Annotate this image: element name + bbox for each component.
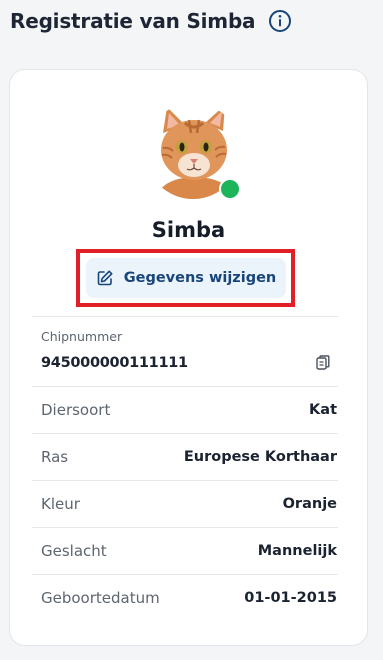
chip-number-value: 945000000111111: [41, 355, 188, 371]
species-value: Kat: [309, 402, 337, 418]
pet-name: Simba: [151, 218, 226, 242]
details-list: Chipnummer 945000000111111 Diersoort Kat…: [32, 316, 338, 621]
online-status-dot: [219, 178, 241, 200]
info-icon[interactable]: [267, 8, 293, 34]
chip-number-label: Chipnummer: [41, 329, 123, 344]
registration-card: Simba Gegevens wijzigen Chipnummer 94500…: [9, 69, 368, 646]
edit-details-label: Gegevens wijzigen: [123, 270, 277, 286]
color-value: Oranje: [282, 496, 337, 512]
breed-row: Ras Europese Korthaar: [32, 433, 338, 480]
copy-icon[interactable]: [312, 352, 334, 374]
gender-label: Geslacht: [41, 542, 107, 560]
color-label: Kleur: [41, 495, 80, 513]
edit-details-button[interactable]: Gegevens wijzigen: [86, 258, 286, 298]
breed-label: Ras: [41, 448, 69, 466]
species-row: Diersoort Kat: [32, 386, 338, 433]
breed-value: Europese Korthaar: [183, 449, 337, 465]
birthdate-label: Geboortedatum: [41, 589, 160, 607]
page-header: Registratie van Simba: [10, 8, 293, 34]
birthdate-row: Geboortedatum 01-01-2015: [32, 574, 338, 621]
chip-number-row: Chipnummer 945000000111111: [32, 316, 338, 386]
pencil-edit-icon: [96, 269, 114, 287]
avatar: [145, 103, 241, 200]
gender-value: Mannelijk: [257, 543, 337, 559]
birthdate-value: 01-01-2015: [244, 590, 337, 606]
color-row: Kleur Oranje: [32, 480, 338, 527]
gender-row: Geslacht Mannelijk: [32, 527, 338, 574]
species-label: Diersoort: [41, 401, 111, 419]
page-title: Registratie van Simba: [10, 9, 256, 33]
